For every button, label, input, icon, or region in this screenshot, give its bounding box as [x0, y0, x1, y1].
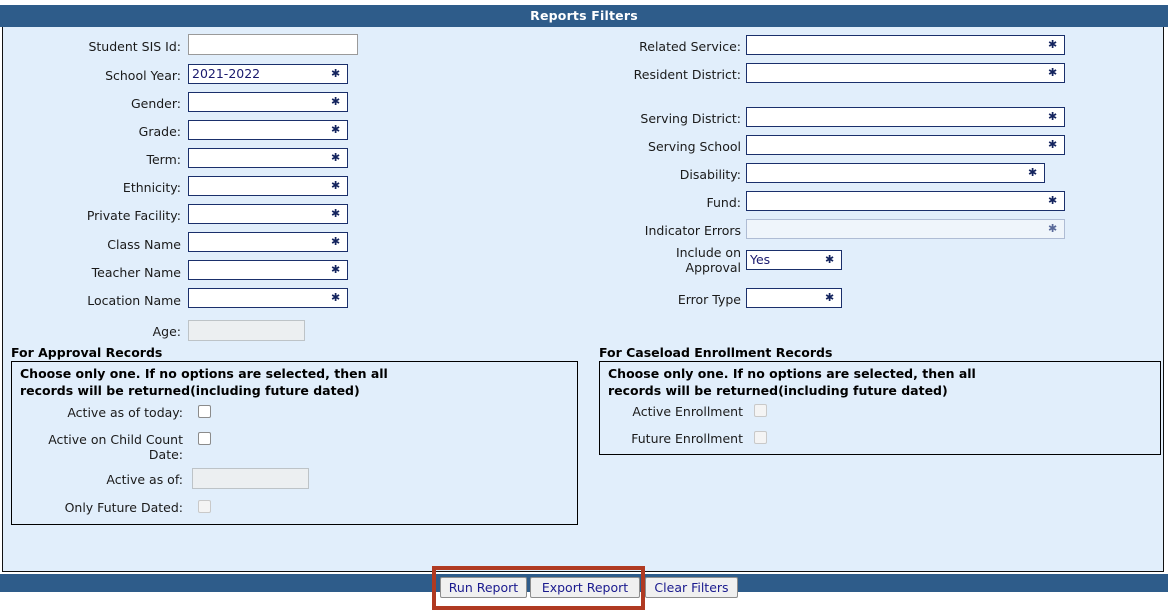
private-facility-select[interactable]	[188, 204, 348, 224]
label-related-service: Related Service:	[639, 39, 741, 54]
label-future-enrollment: Future Enrollment	[631, 431, 743, 446]
fund-select[interactable]	[746, 191, 1065, 211]
label-active-enrollment: Active Enrollment	[632, 404, 743, 419]
age-input	[188, 320, 305, 341]
label-gender: Gender:	[130, 96, 181, 111]
label-location-name: Location Name	[87, 293, 181, 308]
serving-school-select[interactable]	[746, 135, 1065, 155]
label-grade: Grade:	[138, 124, 181, 139]
resident-district-select[interactable]	[746, 63, 1065, 83]
active-as-of-today-checkbox[interactable]	[198, 405, 211, 418]
label-school-year: School Year:	[105, 68, 181, 83]
label-student-sis-id: Student SIS Id:	[88, 39, 181, 54]
approval-records-group-title: For Approval Records	[11, 345, 163, 360]
label-active-as-of: Active as of:	[106, 472, 183, 487]
gender-select[interactable]	[188, 92, 348, 112]
ethnicity-select[interactable]	[188, 176, 348, 196]
caseload-enrollment-group-title: For Caseload Enrollment Records	[599, 345, 833, 360]
active-as-of-input	[192, 468, 309, 489]
error-type-select[interactable]	[746, 288, 842, 308]
indicator-errors-select	[746, 219, 1065, 239]
label-disability: Disability:	[679, 167, 741, 182]
run-report-button[interactable]: Run Report	[440, 577, 527, 598]
future-enrollment-checkbox	[754, 431, 767, 444]
label-term: Term:	[146, 152, 181, 167]
label-teacher-name: Teacher Name	[91, 265, 181, 280]
label-ethnicity: Ethnicity:	[122, 180, 181, 195]
teacher-name-select[interactable]	[188, 260, 348, 280]
label-resident-district: Resident District:	[633, 67, 741, 82]
label-serving-district: Serving District:	[640, 111, 741, 126]
label-fund: Fund:	[706, 195, 742, 210]
label-serving-school: Serving School	[648, 139, 741, 154]
export-report-button[interactable]: Export Report	[530, 577, 640, 598]
caseload-enrollment-note: Choose only one. If no options are selec…	[608, 366, 976, 398]
reports-filters-page: Reports Filters Student SIS Id: School Y…	[0, 0, 1168, 610]
label-only-future-dated: Only Future Dated:	[64, 500, 183, 515]
location-name-select[interactable]	[188, 288, 348, 308]
class-name-select[interactable]	[188, 232, 348, 252]
only-future-dated-checkbox	[198, 500, 211, 513]
label-error-type: Error Type	[677, 292, 741, 307]
disability-select[interactable]	[746, 163, 1045, 183]
active-on-child-count-date-checkbox[interactable]	[198, 432, 211, 445]
page-title: Reports Filters	[0, 5, 1168, 27]
related-service-select[interactable]	[746, 35, 1065, 55]
clear-filters-button[interactable]: Clear Filters	[645, 577, 738, 598]
label-active-on-child-count-date: Active on Child Count Date:	[48, 432, 183, 462]
label-indicator-errors: Indicator Errors	[644, 223, 741, 238]
label-active-as-of-today: Active as of today:	[67, 405, 183, 420]
label-private-facility: Private Facility:	[86, 208, 181, 223]
term-select[interactable]	[188, 148, 348, 168]
grade-select[interactable]	[188, 120, 348, 140]
filters-panel: Student SIS Id: School Year: 2021-2022 ✱…	[2, 27, 1164, 572]
school-year-select[interactable]: 2021-2022	[188, 64, 348, 84]
label-age: Age:	[152, 324, 181, 339]
active-enrollment-checkbox	[754, 404, 767, 417]
label-class-name: Class Name	[107, 237, 181, 252]
label-include-on-approval: Include on Approval	[675, 245, 741, 275]
serving-district-select[interactable]	[746, 107, 1065, 127]
approval-records-note: Choose only one. If no options are selec…	[20, 366, 388, 398]
include-on-approval-select[interactable]: Yes	[746, 250, 842, 270]
student-sis-id-input[interactable]	[188, 34, 358, 55]
